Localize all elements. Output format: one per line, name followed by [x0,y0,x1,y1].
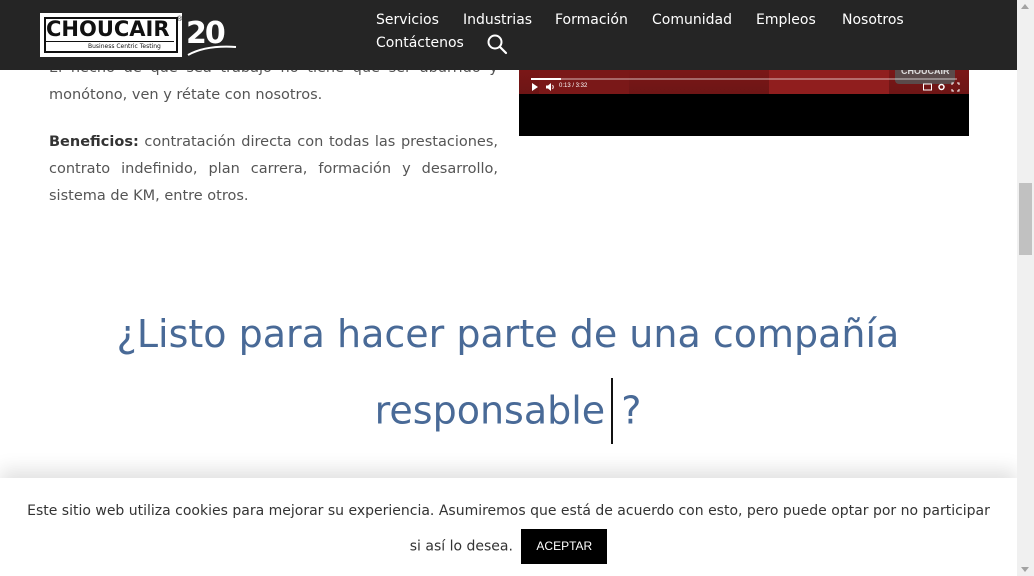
cta-question-mark: ? [621,388,642,433]
site-header: CHOUCAIR ® Business Centric Testing 20 S… [0,0,1017,70]
logo-box: CHOUCAIR ® Business Centric Testing [40,13,182,57]
scrollbar-thumb[interactable] [1019,183,1032,255]
cookie-text: Este sitio web utiliza cookies para mejo… [27,503,990,555]
video-progress-bar[interactable] [531,78,957,80]
scroll-up-icon[interactable] [1021,4,1029,9]
nav-item-contactenos[interactable]: Contáctenos [376,35,464,51]
logo-name: CHOUCAIR [46,17,170,41]
volume-icon[interactable] [545,82,555,92]
nav-item-nosotros[interactable]: Nosotros [842,12,904,28]
nav-item-empleos[interactable]: Empleos [756,12,816,28]
logo-tagline: Business Centric Testing [88,43,161,50]
typing-caret [611,378,614,444]
cta-typed-word: responsable [374,388,606,433]
nav-item-servicios[interactable]: Servicios [376,12,439,28]
choucair-logo[interactable]: CHOUCAIR ® Business Centric Testing 20 [40,13,240,59]
cookie-banner: Este sitio web utiliza cookies para mejo… [0,478,1017,576]
cookie-message: Este sitio web utiliza cookies para mejo… [20,494,997,565]
settings-gear-icon[interactable] [937,82,946,92]
fullscreen-icon[interactable] [951,82,960,92]
logo-swoosh-icon [187,45,237,56]
nav-item-industrias[interactable]: Industrias [463,12,532,28]
cta-heading-line1: ¿Listo para hacer parte de una compañía [116,312,900,356]
scroll-down-icon[interactable] [1021,567,1029,572]
benefits-paragraph: Beneficios: contratación directa con tod… [49,129,498,210]
accept-cookies-button[interactable]: ACEPTAR [521,529,608,564]
captions-icon[interactable] [923,82,932,92]
cta-heading-line2: responsable? [90,378,926,446]
page-scrollbar[interactable] [1017,0,1034,576]
video-progress-fill [531,78,561,80]
nav-item-formacion[interactable]: Formación [555,12,628,28]
play-icon[interactable] [531,82,539,92]
search-icon[interactable] [486,33,508,55]
video-time: 0:13 / 3:32 [559,83,588,89]
nav-item-comunidad[interactable]: Comunidad [652,12,732,28]
benefits-label: Beneficios: [49,134,139,150]
